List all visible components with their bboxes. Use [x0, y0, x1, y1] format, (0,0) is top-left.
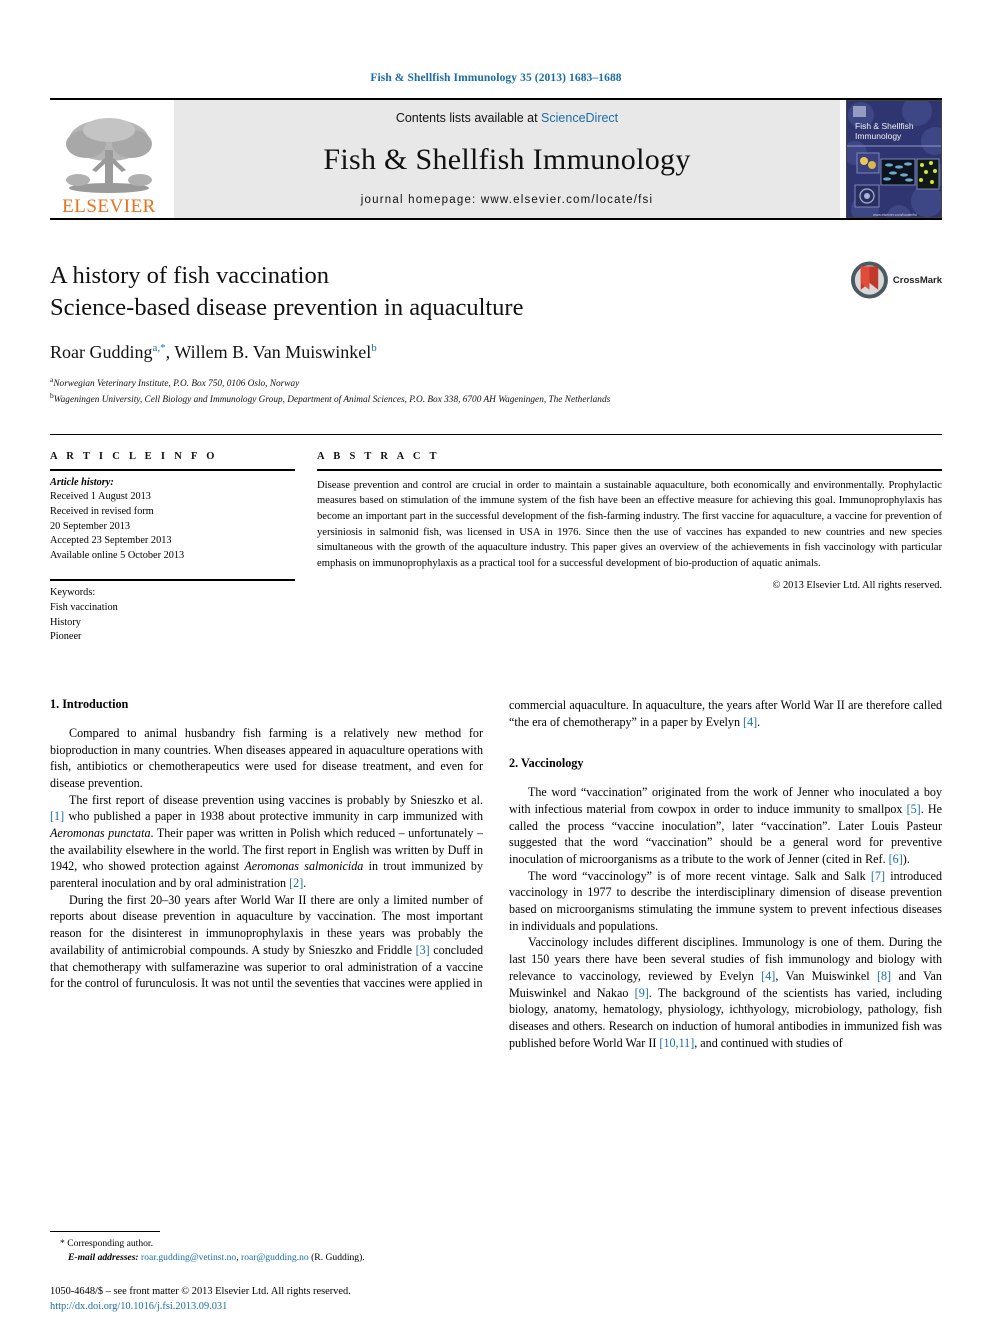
running-head: Fish & Shellfish Immunology 35 (2013) 16… [370, 72, 622, 84]
svg-text:www.elsevier.com/locate/fsi: www.elsevier.com/locate/fsi [873, 213, 917, 217]
page-title: A history of fish vaccination Science-ba… [50, 260, 750, 324]
keyword-item: History [50, 616, 81, 628]
article-history-label: Article history: [50, 476, 114, 488]
abstract-text: Disease prevention and control are cruci… [317, 479, 942, 569]
citation-link[interactable]: [5] [907, 802, 921, 816]
left-column: 1. Introduction Compared to animal husba… [50, 697, 483, 1051]
journal-homepage[interactable]: journal homepage: www.elsevier.com/locat… [361, 194, 653, 206]
text-run: . [303, 876, 307, 891]
citation-link[interactable]: [4] [761, 969, 775, 983]
citation-link[interactable]: [7] [871, 869, 885, 883]
abstract-heading: A B S T R A C T [317, 450, 440, 462]
paragraph: Compared to animal husbandry fish farmin… [50, 725, 483, 790]
elsevier-logo: ELSEVIER [50, 100, 168, 218]
doi-link[interactable]: http://dx.doi.org/10.1016/j.fsi.2013.09.… [50, 1300, 570, 1315]
right-column: commercial aquaculture. In aquaculture, … [509, 697, 942, 1051]
keywords-label: Keywords: [50, 587, 96, 599]
text-run: ). [902, 852, 910, 867]
abstract-copyright: © 2013 Elsevier Ltd. All rights reserved… [772, 580, 943, 592]
history-line: Accepted 23 September 2013 [50, 535, 172, 547]
email-suffix: (R. Gudding). [308, 1252, 365, 1264]
info-abstract-row: A R T I C L E I N F O Article history: R… [50, 433, 942, 645]
masthead-center: Contents lists available at ScienceDirec… [174, 100, 840, 218]
affiliation-list: aNorwegian Veterinary Institute, P.O. Bo… [50, 375, 942, 408]
text-run: who published a paper in 1938 about prot… [64, 809, 483, 824]
author-1: Roar Gudding [50, 341, 153, 362]
affiliation-b: bWageningen University, Cell Biology and… [50, 391, 942, 408]
history-line: 20 September 2013 [50, 520, 131, 532]
journal-masthead: ELSEVIER Contents lists available at Sci… [50, 98, 942, 220]
citation-link[interactable]: [1] [50, 809, 64, 823]
history-line: Available online 5 October 2013 [50, 549, 185, 561]
text-run: , Van Muiswinkel [775, 968, 877, 983]
paragraph: The word “vaccination” originated from t… [509, 784, 942, 867]
keyword-item: Pioneer [50, 631, 82, 643]
author-2: , Willem B. Van Muiswinkel [165, 341, 372, 362]
corresponding-author-note: * Corresponding author. [60, 1238, 153, 1250]
paragraph: The word “vaccinology” is of more recent… [509, 868, 942, 935]
paragraph: The first report of disease prevention u… [50, 792, 483, 892]
species-name: Aeromonas salmonicida [244, 859, 364, 874]
title-line-2: Science-based disease prevention in aqua… [50, 293, 524, 321]
paragraph: During the first 20–30 years after World… [50, 892, 483, 992]
author-1-affiliation-mark: a,* [152, 341, 166, 354]
article-history-block: Article history: Received 1 August 2013 … [50, 471, 295, 564]
history-line: Received in revised form [50, 506, 154, 518]
citation-link[interactable]: [8] [877, 969, 891, 983]
author-list: Roar Guddinga,*, Willem B. Van Muiswinke… [50, 342, 942, 363]
text-run: The word “vaccination” originated from t… [509, 785, 942, 816]
journal-cover-thumbnail[interactable]: Fish & Shellfish Immunology www.elsevier… [846, 100, 942, 218]
affiliation-a: aNorwegian Veterinary Institute, P.O. Bo… [50, 375, 942, 392]
abstract-column: A B S T R A C T Disease prevention and c… [317, 451, 942, 645]
text-run: The word “vaccinology” is of more recent… [528, 868, 871, 883]
email-link-2[interactable]: roar@gudding.no [241, 1252, 309, 1263]
journal-title: Fish & Shellfish Immunology [323, 142, 691, 176]
history-line: Received 1 August 2013 [50, 491, 151, 503]
svg-text:Fish & Shellfish: Fish & Shellfish [855, 121, 914, 131]
section-heading-introduction: 1. Introduction [50, 696, 129, 711]
crossmark-label: CrossMark [892, 274, 942, 286]
article-info-heading: A R T I C L E I N F O [50, 450, 218, 462]
title-line-1: A history of fish vaccination [50, 262, 329, 289]
email-link-1[interactable]: roar.gudding@vetinst.no [141, 1252, 236, 1263]
text-run: commercial aquaculture. In aquaculture, … [509, 697, 942, 729]
crossmark-icon [850, 261, 888, 299]
section-heading-vaccinology: 2. Vaccinology [509, 756, 584, 771]
email-note: E-mail addresses: roar.gudding@vetinst.n… [50, 1251, 483, 1265]
front-matter-line: 1050-4648/$ – see front matter © 2013 El… [50, 1286, 351, 1298]
article-info-column: A R T I C L E I N F O Article history: R… [50, 451, 295, 645]
citation-link[interactable]: [4] [743, 715, 757, 729]
citation-link[interactable]: [2] [289, 876, 303, 890]
footer-block: 1050-4648/$ – see front matter © 2013 El… [50, 1285, 570, 1315]
citation-link[interactable]: [9] [635, 986, 649, 1000]
text-run: , and continued with studies of [694, 1035, 843, 1050]
elsevier-wordmark: ELSEVIER [62, 196, 156, 217]
cover-artwork-icon: Fish & Shellfish Immunology www.elsevier… [847, 101, 941, 217]
footnote-area: * Corresponding author. E-mail addresses… [50, 1231, 483, 1265]
citation-link[interactable]: [6] [889, 852, 903, 866]
title-block: CrossMark A history of fish vaccination … [50, 260, 942, 408]
paragraph: commercial aquaculture. In aquaculture, … [509, 697, 942, 730]
affiliation-a-text: Norwegian Veterinary Institute, P.O. Box… [53, 378, 300, 389]
text-run: The first report of disease prevention u… [69, 792, 483, 807]
body-columns: 1. Introduction Compared to animal husba… [50, 697, 942, 1051]
species-name: Aeromonas punctata [50, 826, 151, 841]
paper-page: Fish & Shellfish Immunology 35 (2013) 16… [0, 0, 992, 1323]
svg-text:Immunology: Immunology [855, 131, 902, 141]
crossmark-badge[interactable]: CrossMark [850, 260, 942, 300]
contents-prefix: Contents lists available at [395, 111, 542, 125]
text-run: . [757, 714, 761, 729]
author-2-affiliation-mark: b [371, 341, 377, 354]
paragraph: Vaccinology includes different disciplin… [509, 934, 942, 1051]
affiliation-b-text: Wageningen University, Cell Biology and … [53, 395, 611, 406]
footnote-rule [50, 1231, 160, 1233]
citation-link[interactable]: [10,11] [659, 1036, 694, 1050]
keyword-item: Fish vaccination [50, 602, 118, 614]
sciencedirect-link[interactable]: ScienceDirect [541, 111, 618, 125]
contents-available-line: Contents lists available at ScienceDirec… [396, 111, 618, 125]
email-label: E-mail addresses: [68, 1252, 139, 1264]
keywords-block: Keywords: Fish vaccination History Pione… [50, 581, 295, 644]
elsevier-tree-icon [66, 118, 152, 193]
citation-link[interactable]: [3] [416, 943, 430, 957]
